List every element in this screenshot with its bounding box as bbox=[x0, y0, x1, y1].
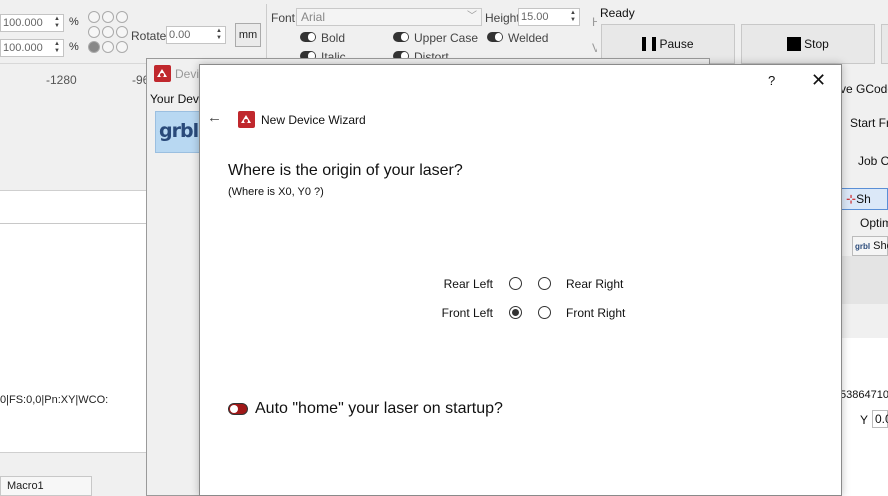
save-gcode-button[interactable]: ve GCode bbox=[840, 82, 888, 96]
anchor-point-grid[interactable] bbox=[88, 9, 130, 57]
show-last-position-label: Sho bbox=[873, 240, 888, 252]
console-divider bbox=[0, 223, 148, 224]
grbl-device-tile[interactable]: grbl bbox=[155, 111, 201, 153]
shape-toolbar: 100.000 ▲ ▼ % 100.000 ▲ ▼ % Rotate 0.00 ▲ ▼… bbox=[0, 0, 601, 64]
rear-right-label: Rear Right bbox=[566, 277, 624, 291]
front-right-radio[interactable] bbox=[538, 306, 551, 319]
height-value: 100.000 bbox=[3, 42, 43, 54]
font-label: Font bbox=[271, 11, 296, 25]
toolbar-divider bbox=[266, 4, 267, 60]
macro-tab[interactable]: Macro1 bbox=[0, 476, 92, 496]
width-percent-label: % bbox=[69, 16, 79, 28]
anchor-middle-right[interactable] bbox=[116, 26, 128, 38]
anchor-bottom-left[interactable] bbox=[88, 41, 100, 53]
extra-button[interactable] bbox=[881, 24, 888, 64]
help-button[interactable]: ? bbox=[768, 73, 780, 89]
lightburn-logo-icon bbox=[238, 111, 255, 128]
y-input[interactable]: 0.0 bbox=[872, 410, 888, 428]
rotate-spinner[interactable]: ▲ ▼ bbox=[214, 28, 224, 42]
width-value: 100.000 bbox=[3, 17, 43, 29]
welded-label: Welded bbox=[508, 31, 549, 45]
width-field[interactable]: 100.000 ▲ ▼ bbox=[0, 14, 64, 32]
lightburn-logo-icon bbox=[154, 65, 171, 82]
upper-case-label: Upper Case bbox=[414, 31, 479, 45]
grbl-icon: grbl bbox=[855, 242, 871, 251]
close-button[interactable]: ✕ bbox=[811, 70, 827, 90]
font-value: Arial bbox=[301, 10, 326, 24]
show-button[interactable]: ⊹Sh bbox=[841, 188, 888, 210]
rotate-label: Rotate bbox=[131, 29, 167, 43]
optimization-button[interactable]: Optim bbox=[860, 216, 888, 230]
console-output-line: 0|FS:0,0|Pn:XY|WCO: bbox=[0, 394, 109, 406]
auto-home-toggle[interactable] bbox=[228, 403, 248, 415]
rear-left-label: Rear Left bbox=[443, 277, 493, 291]
anchor-top-center[interactable] bbox=[102, 11, 114, 23]
front-left-radio[interactable] bbox=[509, 306, 522, 319]
chevron-down-icon: ﹀ bbox=[467, 11, 477, 22]
laser-status-panel: Ready Pause Stop bbox=[597, 0, 888, 66]
font-height-spinner[interactable]: ▲ ▼ bbox=[568, 10, 578, 24]
status-text: Ready bbox=[600, 6, 635, 20]
height-spinner[interactable]: ▲ ▼ bbox=[52, 41, 62, 55]
anchor-bottom-right[interactable] bbox=[116, 41, 128, 53]
show-label: Sh bbox=[856, 192, 871, 206]
job-origin-label: Job Or bbox=[858, 154, 888, 168]
bold-toggle[interactable] bbox=[300, 32, 316, 42]
show-last-position-button[interactable]: grbl Sho bbox=[852, 236, 888, 256]
start-from-button[interactable]: Start Fr bbox=[850, 116, 888, 130]
font-height-value: 15.00 bbox=[521, 11, 549, 23]
laser-side-panel: ve GCode Start Fr Job Or ⊹Sh Optim grbl … bbox=[840, 66, 888, 496]
grbl-tile-label: grbl bbox=[159, 120, 199, 142]
height-field[interactable]: 100.000 ▲ ▼ bbox=[0, 39, 64, 57]
font-height-field[interactable]: 15.00 ▲ ▼ bbox=[518, 8, 580, 26]
rear-left-radio[interactable] bbox=[509, 277, 522, 290]
new-device-wizard-dialog: ? ✕ ← New Device Wizard Where is the ori… bbox=[199, 64, 842, 496]
height-percent-label: % bbox=[69, 41, 79, 53]
devices-window-title: Devi bbox=[175, 67, 200, 81]
anchor-top-right[interactable] bbox=[116, 11, 128, 23]
stop-label: Stop bbox=[804, 37, 829, 51]
pause-icon bbox=[642, 37, 657, 51]
rotate-field[interactable]: 0.00 ▲ ▼ bbox=[166, 26, 226, 44]
anchor-top-left[interactable] bbox=[88, 11, 100, 23]
pause-label: Pause bbox=[659, 37, 694, 51]
rotate-value: 0.00 bbox=[169, 29, 191, 41]
wizard-title: New Device Wizard bbox=[261, 113, 366, 127]
ruler-tick: -1280 bbox=[46, 73, 77, 87]
coordinate-readout: 538647101 bbox=[840, 389, 888, 401]
origin-question: Where is the origin of your laser? bbox=[228, 162, 463, 179]
front-left-label: Front Left bbox=[441, 306, 493, 320]
origin-hint: (Where is X0, Y0 ?) bbox=[228, 186, 324, 198]
anchor-bottom-center[interactable] bbox=[102, 41, 114, 53]
auto-home-label: Auto "home" your laser on startup? bbox=[255, 400, 503, 417]
front-right-label: Front Right bbox=[566, 306, 626, 320]
welded-toggle[interactable] bbox=[487, 32, 503, 42]
anchor-middle-left[interactable] bbox=[88, 26, 100, 38]
font-select[interactable]: Arial ﹀ bbox=[296, 8, 482, 26]
crosshair-icon: ⊹ bbox=[846, 192, 857, 206]
back-arrow-icon[interactable]: ← bbox=[207, 109, 225, 126]
stop-icon bbox=[787, 37, 802, 51]
font-height-label: Height bbox=[485, 11, 520, 25]
width-spinner[interactable]: ▲ ▼ bbox=[52, 16, 62, 30]
anchor-center[interactable] bbox=[102, 26, 114, 38]
side-panel-spacer bbox=[840, 256, 888, 304]
upper-case-toggle[interactable] bbox=[393, 32, 409, 42]
y-value: 0.0 bbox=[875, 412, 888, 426]
console-panel bbox=[0, 190, 148, 496]
stop-button[interactable]: Stop bbox=[741, 24, 875, 64]
units-button[interactable]: mm bbox=[235, 23, 261, 47]
bold-label: Bold bbox=[321, 31, 346, 45]
y-label: Y bbox=[860, 413, 869, 427]
rear-right-radio[interactable] bbox=[538, 277, 551, 290]
